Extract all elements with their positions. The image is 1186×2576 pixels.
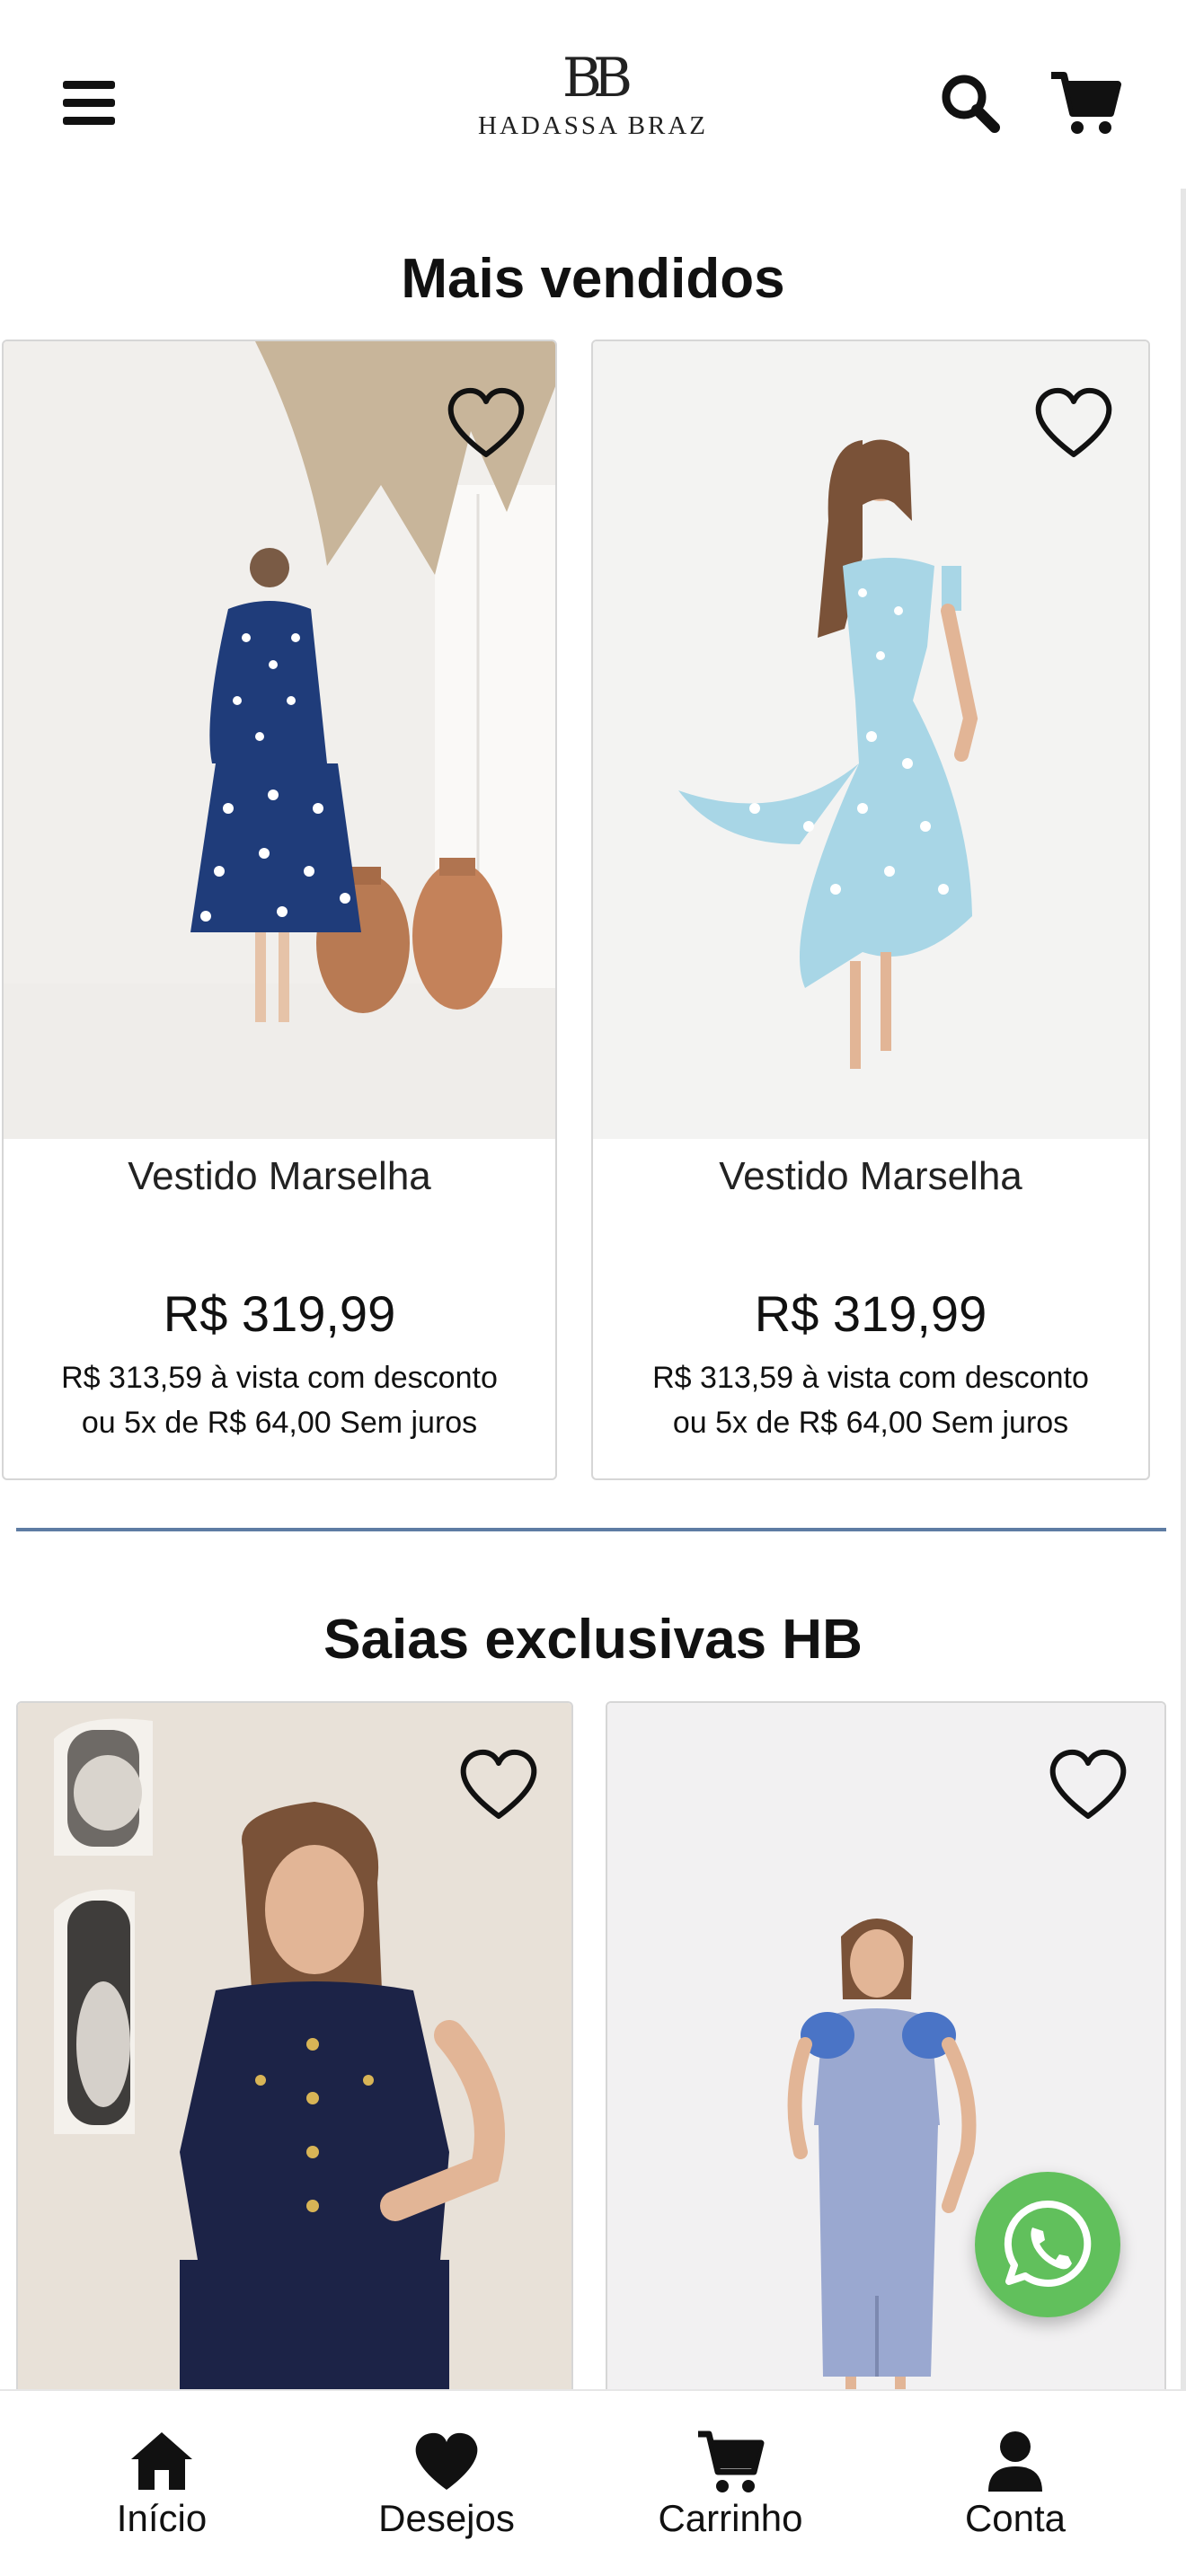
bottom-nav: Início Desejos Carrinho Conta — [0, 2389, 1186, 2576]
wishlist-heart-icon[interactable] — [1033, 386, 1114, 460]
product-card[interactable] — [606, 1701, 1166, 2510]
product-name[interactable]: Vestido Marselha — [593, 1154, 1148, 1199]
product-price: R$ 319,99 — [163, 1285, 396, 1342]
logo-text: HADASSA BRAZ — [478, 111, 708, 140]
nav-item-label: Conta — [964, 2497, 1067, 2539]
nav-item-home[interactable]: Início — [13, 2391, 310, 2576]
section-divider — [16, 1528, 1166, 1531]
menu-icon[interactable] — [63, 81, 117, 126]
cart-icon — [698, 2430, 765, 2492]
product-image[interactable] — [4, 341, 555, 1139]
section-title-best-sellers: Mais vendidos — [401, 248, 785, 310]
product-image[interactable] — [593, 341, 1148, 1139]
cart-icon[interactable] — [1049, 70, 1121, 137]
product-cash-price: R$ 313,59 à vista com desconto — [61, 1361, 498, 1395]
product-name[interactable]: Vestido Marselha — [4, 1154, 555, 1199]
product-card[interactable]: Vestido Marselha R$ 319,99 R$ 313,59 à v… — [2, 340, 557, 1480]
app-header: BB HADASSA BRAZ — [0, 0, 1186, 202]
product-cash-price: R$ 313,59 à vista com desconto — [652, 1361, 1089, 1395]
product-installments: ou 5x de R$ 64,00 Sem juros — [81, 1406, 478, 1440]
heart-icon — [415, 2432, 478, 2490]
nav-item-cart[interactable]: Carrinho — [582, 2391, 879, 2576]
nav-item-label: Início — [116, 2497, 208, 2539]
brand-logo[interactable]: BB HADASSA BRAZ — [467, 47, 719, 141]
wishlist-heart-icon[interactable] — [1048, 1748, 1128, 1822]
nav-item-label: Desejos — [378, 2497, 515, 2539]
whatsapp-button[interactable] — [975, 2172, 1120, 2317]
section-title-exclusive-skirts: Saias exclusivas HB — [323, 1609, 863, 1671]
product-installments: ou 5x de R$ 64,00 Sem juros — [672, 1406, 1069, 1440]
product-card[interactable]: Vestido Marselha R$ 319,99 R$ 313,59 à v… — [591, 340, 1150, 1480]
wishlist-heart-icon[interactable] — [458, 1748, 539, 1822]
whatsapp-icon — [1004, 2200, 1092, 2287]
product-price: R$ 319,99 — [754, 1285, 987, 1342]
nav-item-account[interactable]: Conta — [867, 2391, 1164, 2576]
home-icon — [131, 2432, 192, 2490]
product-card[interactable] — [16, 1701, 573, 2510]
nav-item-label: Carrinho — [658, 2497, 803, 2539]
nav-item-wishlist[interactable]: Desejos — [298, 2391, 595, 2576]
wishlist-heart-icon[interactable] — [446, 386, 527, 460]
logo-mark: BB — [562, 47, 633, 110]
page-edge — [1181, 189, 1186, 2389]
user-icon — [988, 2431, 1042, 2492]
search-icon[interactable] — [939, 72, 1002, 135]
